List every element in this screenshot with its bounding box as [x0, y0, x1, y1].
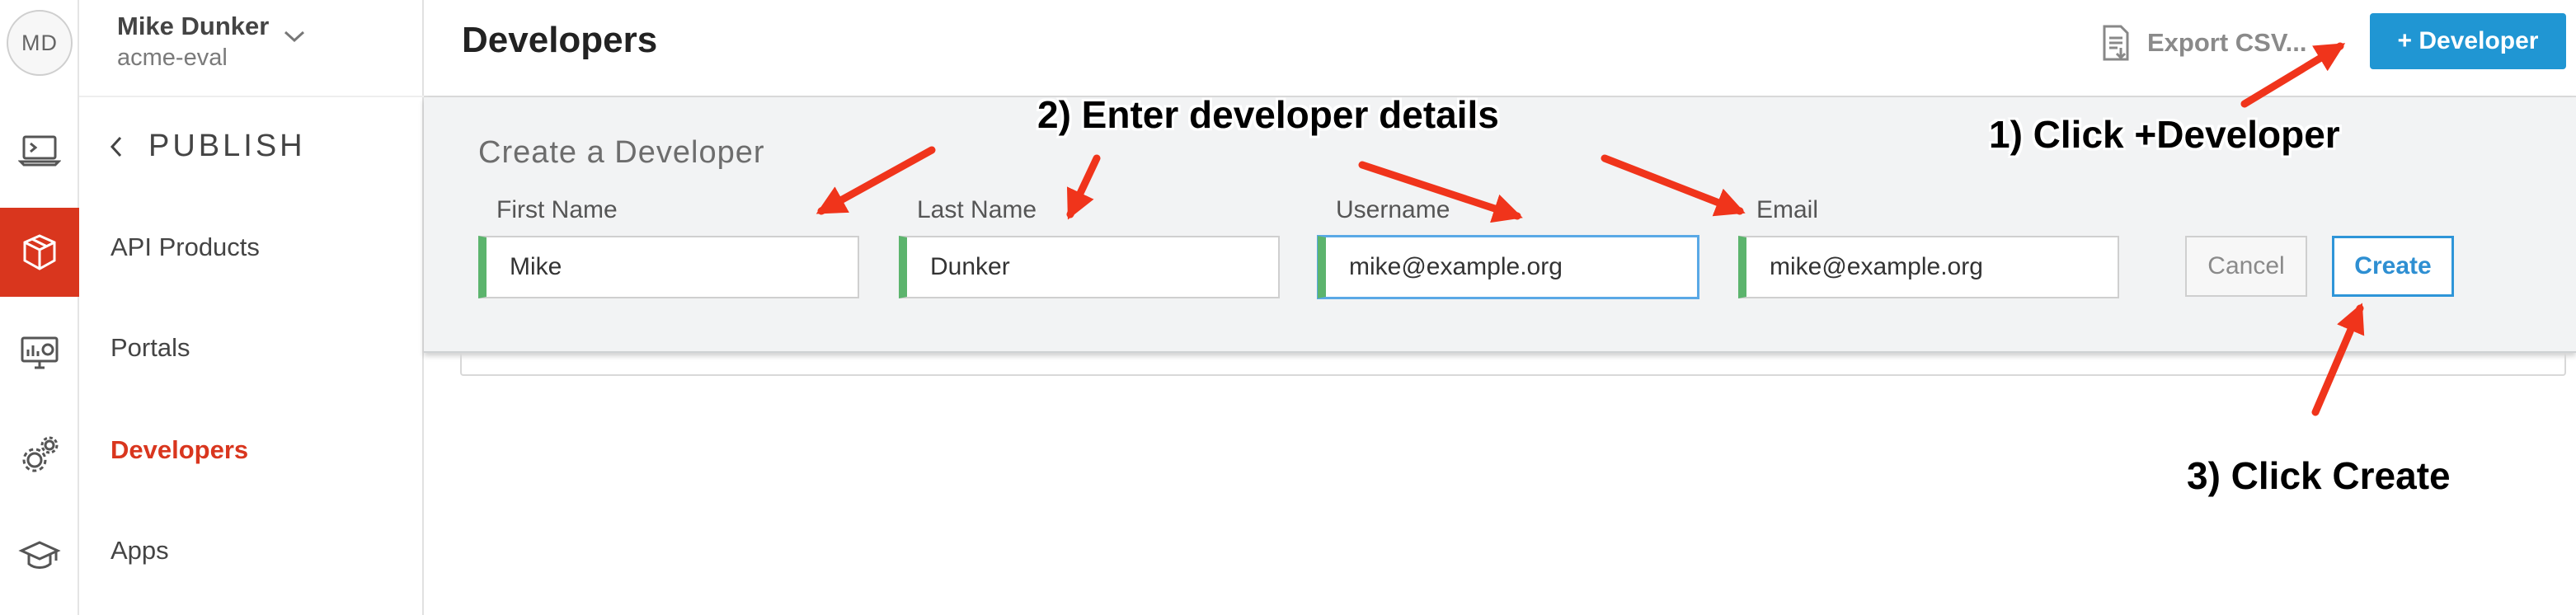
add-developer-button[interactable]: + Developer — [2370, 13, 2566, 69]
annotation-step-1: 1) Click +Developer — [1989, 113, 2340, 156]
create-developer-title: Create a Developer — [478, 135, 765, 170]
rail-item-analyze[interactable] — [0, 308, 79, 397]
annotation-step-2: 2) Enter developer details — [1037, 93, 1499, 136]
sidebar-item-apps[interactable]: Apps — [110, 536, 169, 566]
rail-item-publish[interactable] — [0, 208, 79, 297]
nav-panel — [79, 0, 424, 615]
first-name-input[interactable] — [478, 236, 859, 298]
package-icon — [23, 234, 56, 270]
last-name-input[interactable] — [899, 236, 1280, 298]
chevron-down-icon[interactable] — [282, 28, 307, 45]
cancel-button[interactable]: Cancel — [2185, 236, 2307, 297]
developers-list-card — [460, 353, 2566, 376]
rail-item-admin[interactable] — [0, 411, 79, 500]
app-root: MD Mike Dunker acme-eval PUBLISH API Pro… — [0, 0, 2576, 615]
nav-back-publish[interactable]: PUBLISH — [107, 129, 306, 164]
gears-icon — [22, 436, 59, 472]
username-input[interactable] — [1318, 236, 1699, 298]
nav-divider — [79, 96, 424, 97]
sidebar-item-portals[interactable]: Portals — [110, 333, 190, 363]
user-name: Mike Dunker — [117, 12, 270, 40]
icon-rail: MD — [0, 0, 79, 615]
page-title: Developers — [462, 20, 658, 60]
nav-section-title: PUBLISH — [148, 129, 306, 163]
export-file-icon — [2103, 25, 2129, 61]
graduation-cap-icon — [18, 541, 61, 569]
sidebar-item-api-products[interactable]: API Products — [110, 232, 260, 262]
avatar-initials: MD — [21, 30, 58, 55]
terminal-icon — [18, 135, 61, 167]
email-input[interactable] — [1738, 236, 2119, 298]
avatar[interactable]: MD — [7, 10, 73, 76]
email-label: Email — [1756, 196, 1819, 223]
last-name-label: Last Name — [917, 196, 1037, 223]
export-csv-label: Export CSV... — [2147, 28, 2307, 57]
rail-item-learn[interactable] — [0, 511, 79, 600]
chevron-left-icon — [110, 136, 122, 157]
sidebar-item-developers[interactable]: Developers — [110, 435, 248, 465]
dashboard-icon — [21, 336, 59, 369]
export-csv-button[interactable]: Export CSV... — [2099, 23, 2307, 63]
annotation-step-3: 3) Click Create — [2187, 454, 2451, 497]
create-button[interactable]: Create — [2332, 236, 2454, 297]
user-switcher[interactable]: Mike Dunker acme-eval — [117, 12, 269, 72]
username-label: Username — [1336, 196, 1450, 223]
user-org: acme-eval — [117, 45, 228, 71]
rail-item-develop[interactable] — [0, 106, 79, 195]
first-name-label: First Name — [496, 196, 618, 223]
